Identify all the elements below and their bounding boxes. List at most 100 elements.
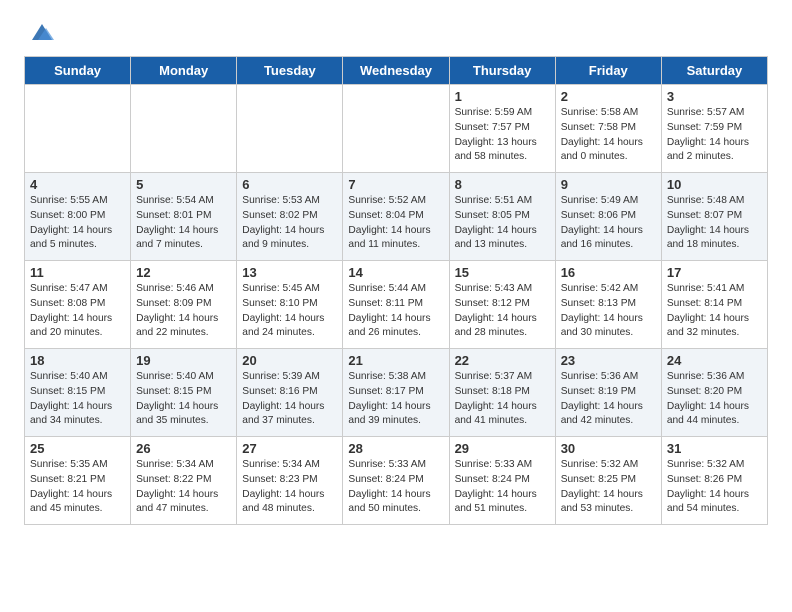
day-info: Sunrise: 5:43 AMSunset: 8:12 PMDaylight:… — [455, 282, 550, 341]
calendar-cell: 9Sunrise: 5:49 AMSunset: 8:06 PMDaylight… — [555, 173, 661, 261]
day-info: Sunrise: 5:33 AMSunset: 8:24 PMDaylight:… — [455, 458, 550, 517]
day-number: 7 — [348, 177, 443, 192]
calendar-cell — [25, 85, 131, 173]
calendar-header-tuesday: Tuesday — [237, 57, 343, 85]
calendar-cell: 14Sunrise: 5:44 AMSunset: 8:11 PMDayligh… — [343, 261, 449, 349]
calendar-cell: 1Sunrise: 5:59 AMSunset: 7:57 PMDaylight… — [449, 85, 555, 173]
calendar-cell: 27 Sunrise: 5:34 AMSunset: 8:23 PMDayligh… — [237, 437, 343, 525]
day-number: 6 — [242, 177, 337, 192]
day-info: Sunrise: 5:57 AMSunset: 7:59 PMDaylight:… — [667, 106, 762, 165]
day-number: 31 — [667, 441, 762, 456]
calendar-cell: 24 Sunrise: 5:36 AMSunset: 8:20 PMDayligh… — [661, 349, 767, 437]
day-number: 5 — [136, 177, 231, 192]
day-info: Sunrise: 5:34 AMSunset: 8:23 PMDaylight:… — [242, 458, 337, 517]
calendar-week-1: 1Sunrise: 5:59 AMSunset: 7:57 PMDaylight… — [25, 85, 768, 173]
day-number: 20 — [242, 353, 337, 368]
calendar-cell: 19 Sunrise: 5:40 AMSunset: 8:15 PMDayligh… — [131, 349, 237, 437]
day-number: 28 — [348, 441, 443, 456]
day-number: 2 — [561, 89, 656, 104]
calendar-header-sunday: Sunday — [25, 57, 131, 85]
calendar-header-monday: Monday — [131, 57, 237, 85]
day-number: 30 — [561, 441, 656, 456]
calendar-header-row: SundayMondayTuesdayWednesdayThursdayFrid… — [25, 57, 768, 85]
day-info: Sunrise: 5:42 AMSunset: 8:13 PMDaylight:… — [561, 282, 656, 341]
calendar-week-2: 4 Sunrise: 5:55 AMSunset: 8:00 PMDaylight… — [25, 173, 768, 261]
day-info: Sunrise: 5:34 AMSunset: 8:22 PMDaylight:… — [136, 458, 231, 517]
day-info: Sunrise: 5:33 AMSunset: 8:24 PMDaylight:… — [348, 458, 443, 517]
calendar-cell: 11 Sunrise: 5:47 AMSunset: 8:08 PMDayligh… — [25, 261, 131, 349]
day-info: Sunrise: 5:46 AMSunset: 8:09 PMDaylight:… — [136, 282, 231, 341]
calendar-header-wednesday: Wednesday — [343, 57, 449, 85]
day-info: Sunrise: 5:38 AMSunset: 8:17 PMDaylight:… — [348, 370, 443, 429]
day-number: 22 — [455, 353, 550, 368]
day-number: 4 — [30, 177, 125, 192]
calendar-wrapper: SundayMondayTuesdayWednesdayThursdayFrid… — [0, 56, 792, 537]
calendar-cell: 13Sunrise: 5:45 AMSunset: 8:10 PMDayligh… — [237, 261, 343, 349]
calendar-cell: 18 Sunrise: 5:40 AMSunset: 8:15 PMDayligh… — [25, 349, 131, 437]
day-info: Sunrise: 5:35 AMSunset: 8:21 PMDaylight:… — [30, 458, 125, 517]
calendar-cell — [131, 85, 237, 173]
day-info: Sunrise: 5:36 AMSunset: 8:19 PMDaylight:… — [561, 370, 656, 429]
calendar-cell: 25 Sunrise: 5:35 AMSunset: 8:21 PMDayligh… — [25, 437, 131, 525]
page-header — [0, 0, 792, 56]
calendar-cell: 8 Sunrise: 5:51 AMSunset: 8:05 PMDaylight… — [449, 173, 555, 261]
day-number: 17 — [667, 265, 762, 280]
calendar-header-thursday: Thursday — [449, 57, 555, 85]
day-info: Sunrise: 5:49 AMSunset: 8:06 PMDaylight:… — [561, 194, 656, 253]
calendar-cell: 2 Sunrise: 5:58 AMSunset: 7:58 PMDaylight… — [555, 85, 661, 173]
day-number: 27 — [242, 441, 337, 456]
day-number: 19 — [136, 353, 231, 368]
calendar-header-friday: Friday — [555, 57, 661, 85]
calendar-cell: 12 Sunrise: 5:46 AMSunset: 8:09 PMDayligh… — [131, 261, 237, 349]
calendar-cell: 4 Sunrise: 5:55 AMSunset: 8:00 PMDaylight… — [25, 173, 131, 261]
calendar-cell: 30 Sunrise: 5:32 AMSunset: 8:25 PMDayligh… — [555, 437, 661, 525]
day-info: Sunrise: 5:51 AMSunset: 8:05 PMDaylight:… — [455, 194, 550, 253]
day-number: 3 — [667, 89, 762, 104]
day-number: 11 — [30, 265, 125, 280]
calendar-cell: 28 Sunrise: 5:33 AMSunset: 8:24 PMDayligh… — [343, 437, 449, 525]
logo — [24, 18, 56, 46]
logo-icon — [28, 18, 56, 46]
day-info: Sunrise: 5:55 AMSunset: 8:00 PMDaylight:… — [30, 194, 125, 253]
day-number: 29 — [455, 441, 550, 456]
calendar-cell: 26Sunrise: 5:34 AMSunset: 8:22 PMDayligh… — [131, 437, 237, 525]
calendar-week-5: 25 Sunrise: 5:35 AMSunset: 8:21 PMDayligh… — [25, 437, 768, 525]
calendar-cell: 23 Sunrise: 5:36 AMSunset: 8:19 PMDayligh… — [555, 349, 661, 437]
calendar-cell: 22 Sunrise: 5:37 AMSunset: 8:18 PMDayligh… — [449, 349, 555, 437]
day-info: Sunrise: 5:45 AMSunset: 8:10 PMDaylight:… — [242, 282, 337, 341]
day-info: Sunrise: 5:37 AMSunset: 8:18 PMDaylight:… — [455, 370, 550, 429]
day-info: Sunrise: 5:44 AMSunset: 8:11 PMDaylight:… — [348, 282, 443, 341]
day-number: 21 — [348, 353, 443, 368]
day-info: Sunrise: 5:36 AMSunset: 8:20 PMDaylight:… — [667, 370, 762, 429]
day-number: 12 — [136, 265, 231, 280]
calendar-cell: 6 Sunrise: 5:53 AMSunset: 8:02 PMDaylight… — [237, 173, 343, 261]
day-info: Sunrise: 5:32 AMSunset: 8:25 PMDaylight:… — [561, 458, 656, 517]
day-info: Sunrise: 5:32 AMSunset: 8:26 PMDaylight:… — [667, 458, 762, 517]
day-info: Sunrise: 5:53 AMSunset: 8:02 PMDaylight:… — [242, 194, 337, 253]
day-info: Sunrise: 5:41 AMSunset: 8:14 PMDaylight:… — [667, 282, 762, 341]
day-info: Sunrise: 5:59 AMSunset: 7:57 PMDaylight:… — [455, 106, 550, 165]
day-number: 8 — [455, 177, 550, 192]
calendar-cell: 21 Sunrise: 5:38 AMSunset: 8:17 PMDayligh… — [343, 349, 449, 437]
day-number: 16 — [561, 265, 656, 280]
calendar-cell: 7 Sunrise: 5:52 AMSunset: 8:04 PMDaylight… — [343, 173, 449, 261]
calendar-cell: 31 Sunrise: 5:32 AMSunset: 8:26 PMDayligh… — [661, 437, 767, 525]
day-number: 25 — [30, 441, 125, 456]
calendar-cell: 16 Sunrise: 5:42 AMSunset: 8:13 PMDayligh… — [555, 261, 661, 349]
day-info: Sunrise: 5:40 AMSunset: 8:15 PMDaylight:… — [30, 370, 125, 429]
day-number: 10 — [667, 177, 762, 192]
day-number: 15 — [455, 265, 550, 280]
calendar-table: SundayMondayTuesdayWednesdayThursdayFrid… — [24, 56, 768, 525]
day-number: 23 — [561, 353, 656, 368]
day-number: 24 — [667, 353, 762, 368]
day-info: Sunrise: 5:40 AMSunset: 8:15 PMDaylight:… — [136, 370, 231, 429]
day-info: Sunrise: 5:52 AMSunset: 8:04 PMDaylight:… — [348, 194, 443, 253]
day-number: 18 — [30, 353, 125, 368]
calendar-week-3: 11 Sunrise: 5:47 AMSunset: 8:08 PMDayligh… — [25, 261, 768, 349]
calendar-cell: 3 Sunrise: 5:57 AMSunset: 7:59 PMDaylight… — [661, 85, 767, 173]
day-info: Sunrise: 5:47 AMSunset: 8:08 PMDaylight:… — [30, 282, 125, 341]
day-info: Sunrise: 5:58 AMSunset: 7:58 PMDaylight:… — [561, 106, 656, 165]
calendar-cell: 20Sunrise: 5:39 AMSunset: 8:16 PMDayligh… — [237, 349, 343, 437]
day-info: Sunrise: 5:48 AMSunset: 8:07 PMDaylight:… — [667, 194, 762, 253]
calendar-header-saturday: Saturday — [661, 57, 767, 85]
